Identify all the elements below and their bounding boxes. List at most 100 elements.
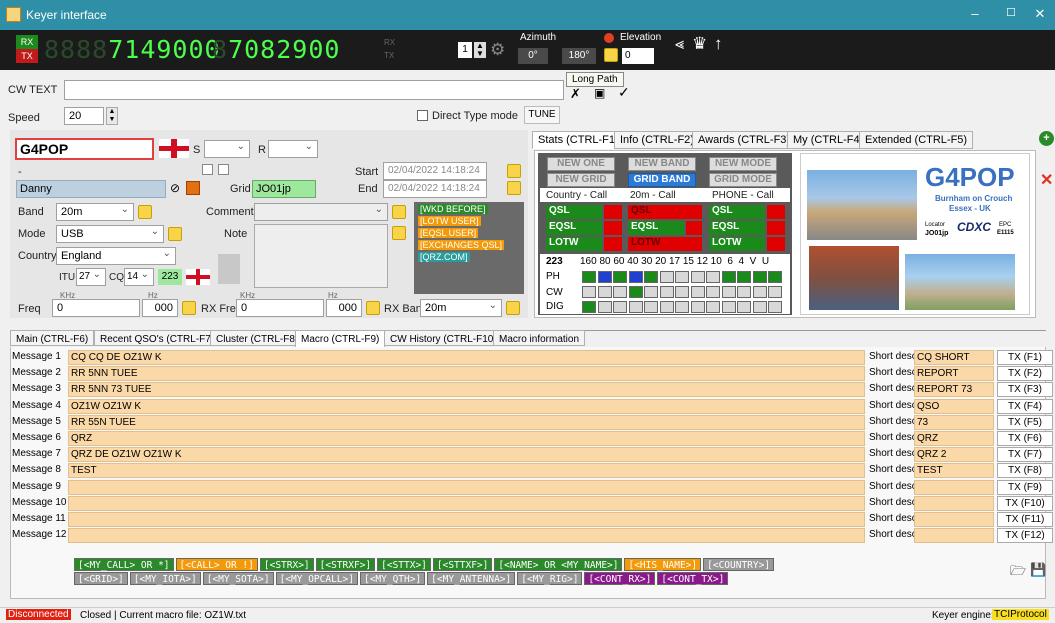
rxfreq-lock-icon[interactable] bbox=[366, 301, 380, 315]
macro-text-input[interactable]: RR 5NN 73 TUEE bbox=[68, 382, 865, 398]
short-desc-input[interactable]: TEST bbox=[914, 463, 994, 479]
tune-button[interactable]: TUNE bbox=[524, 106, 560, 124]
macro-token[interactable]: [<GRID>] bbox=[74, 572, 128, 585]
check-icon[interactable]: ✓ bbox=[618, 84, 630, 101]
azimuth-value[interactable]: 0° bbox=[518, 48, 548, 64]
freq-hz-input[interactable]: 000 bbox=[142, 299, 178, 317]
macro-tx-button[interactable]: TX (F4) bbox=[997, 398, 1053, 414]
minimize-button[interactable]: – bbox=[960, 6, 990, 21]
macro-token[interactable]: [<MY_SOTA>] bbox=[202, 572, 274, 585]
end-lock-icon[interactable] bbox=[507, 181, 521, 195]
macro-text-input[interactable]: RR 5NN TUEE bbox=[68, 366, 865, 382]
rxband-select[interactable]: 20m bbox=[420, 298, 502, 317]
itu-select[interactable]: 27 bbox=[76, 267, 106, 286]
checkbox-b[interactable] bbox=[218, 164, 229, 175]
short-desc-input[interactable]: CQ SHORT bbox=[914, 350, 994, 365]
note-textarea[interactable] bbox=[254, 224, 388, 288]
short-desc-input[interactable]: QSO bbox=[914, 398, 994, 414]
save-macro-icon[interactable]: 💾 bbox=[1030, 562, 1046, 578]
macro-token[interactable]: [<MY_CALL> OR *] bbox=[74, 558, 174, 571]
rxband-lock-icon[interactable] bbox=[506, 301, 520, 315]
macro-token[interactable]: [<STTX>] bbox=[377, 558, 431, 571]
macro-text-input[interactable]: RR 55N TUEE bbox=[68, 414, 865, 430]
macro-token[interactable]: [<MY_OPCALL>] bbox=[275, 572, 358, 585]
comment-lock-icon[interactable] bbox=[392, 205, 406, 219]
close-button[interactable]: ✕ bbox=[1025, 6, 1055, 22]
key-icon[interactable]: ✗ bbox=[570, 86, 581, 102]
macro-token[interactable]: [<HIS_NAME>] bbox=[624, 558, 702, 571]
macro-tx-button[interactable]: TX (F6) bbox=[997, 431, 1053, 446]
macro-tx-button[interactable]: TX (F11) bbox=[997, 512, 1053, 527]
macro-token[interactable]: [<CONT_RX>] bbox=[584, 572, 656, 585]
rst-rcvd-select[interactable] bbox=[268, 139, 318, 158]
macro-text-input[interactable]: CQ CQ DE OZ1W K bbox=[68, 350, 865, 365]
end-time-input[interactable]: 02/04/2022 14:18:24 bbox=[383, 180, 487, 198]
name-input[interactable]: Danny bbox=[16, 180, 166, 198]
macro-tx-button[interactable]: TX (F3) bbox=[997, 382, 1053, 398]
macro-token[interactable]: [<MY_QTH>] bbox=[359, 572, 426, 585]
macro-text-input[interactable] bbox=[68, 512, 865, 527]
speed-input[interactable]: 20 bbox=[64, 107, 104, 125]
maximize-button[interactable]: ☐ bbox=[996, 6, 1026, 19]
rst-sent-select[interactable] bbox=[204, 139, 250, 158]
macro-tx-button[interactable]: TX (F7) bbox=[997, 447, 1053, 463]
macro-token[interactable]: [<CONT_TX>] bbox=[657, 572, 729, 585]
open-folder-icon[interactable]: 🗁 bbox=[1010, 562, 1026, 584]
short-desc-input[interactable]: QRZ bbox=[914, 431, 994, 446]
note-lock-icon[interactable] bbox=[392, 226, 406, 240]
gear-icon[interactable]: ⚙ bbox=[490, 40, 505, 60]
country-select[interactable]: England bbox=[56, 246, 176, 265]
tab-awards[interactable]: Awards (CTRL-F3) bbox=[692, 131, 797, 149]
long-path-icon[interactable] bbox=[604, 33, 614, 43]
checkbox-a[interactable] bbox=[202, 164, 213, 175]
save-icon[interactable]: ▣ bbox=[594, 86, 605, 100]
macro-token[interactable]: [<CALL> OR !] bbox=[175, 558, 258, 571]
macro-text-input[interactable]: QRZ bbox=[68, 431, 865, 446]
macro-text-input[interactable]: QRZ DE OZ1W OZ1W K bbox=[68, 447, 865, 463]
qrz-badge[interactable]: [QRZ.COM] bbox=[418, 252, 470, 262]
tab-my[interactable]: My (CTRL-F4) bbox=[787, 131, 870, 149]
tab-cluster[interactable]: Cluster (CTRL-F8) bbox=[210, 330, 305, 346]
tab-info[interactable]: Info (CTRL-F2) bbox=[614, 131, 700, 149]
mode-lock-icon[interactable] bbox=[168, 227, 182, 241]
macro-tx-button[interactable]: TX (F12) bbox=[997, 528, 1053, 544]
macro-token[interactable]: [<MY_IOTA>] bbox=[129, 572, 201, 585]
macro-token[interactable]: [<STTXF>] bbox=[432, 558, 493, 571]
macro-text-input[interactable] bbox=[68, 495, 865, 511]
grid-input[interactable]: JO01jp bbox=[252, 180, 316, 198]
vfo-a-display[interactable]: 88887149000 bbox=[44, 37, 221, 63]
tab-stats[interactable]: Stats (CTRL-F1) bbox=[532, 131, 625, 149]
comment-select[interactable] bbox=[254, 202, 388, 221]
add-icon[interactable]: + bbox=[1039, 131, 1054, 146]
mode-select[interactable]: USB bbox=[56, 224, 164, 243]
macro-token[interactable]: [<STRXF>] bbox=[315, 558, 376, 571]
azimuth-180-button[interactable]: 180° bbox=[562, 48, 596, 64]
macro-text-input[interactable] bbox=[68, 479, 865, 495]
lock-icon[interactable] bbox=[604, 48, 618, 62]
macro-token[interactable]: [<COUNTRY>] bbox=[703, 558, 775, 571]
macro-text-input[interactable] bbox=[68, 528, 865, 544]
freq-lock-icon[interactable] bbox=[182, 301, 196, 315]
tab-extended[interactable]: Extended (CTRL-F5) bbox=[859, 131, 974, 149]
start-lock-icon[interactable] bbox=[507, 164, 521, 178]
rxfreq-hz-input[interactable]: 000 bbox=[326, 299, 362, 317]
direct-type-checkbox[interactable] bbox=[417, 110, 428, 121]
short-desc-input[interactable] bbox=[914, 528, 994, 544]
elevation-input[interactable]: 0 bbox=[622, 48, 654, 64]
macro-text-input[interactable]: OZ1W OZ1W K bbox=[68, 398, 865, 414]
clear-icon[interactable]: ⊘ bbox=[170, 181, 183, 195]
tab-macro[interactable]: Macro (CTRL-F9) bbox=[295, 330, 386, 348]
macro-tx-button[interactable]: TX (F8) bbox=[997, 463, 1053, 479]
short-desc-input[interactable]: QRZ 2 bbox=[914, 447, 994, 463]
channel-spinner-icon[interactable]: ▲ ▼ bbox=[474, 42, 486, 58]
short-desc-input[interactable]: REPORT bbox=[914, 366, 994, 382]
antenna-icon[interactable]: ⪡ bbox=[675, 36, 684, 54]
tab-macro-information[interactable]: Macro information bbox=[493, 330, 586, 346]
tab-cw-history[interactable]: CW History (CTRL-F10) bbox=[384, 330, 503, 346]
macro-tx-button[interactable]: TX (F1) bbox=[997, 350, 1053, 365]
freq-khz-input[interactable]: 0 bbox=[52, 299, 140, 317]
band-select[interactable]: 20m bbox=[56, 202, 134, 221]
start-time-input[interactable]: 02/04/2022 14:18:24 bbox=[383, 162, 487, 180]
short-desc-input[interactable] bbox=[914, 495, 994, 511]
macro-tx-button[interactable]: TX (F2) bbox=[997, 366, 1053, 382]
